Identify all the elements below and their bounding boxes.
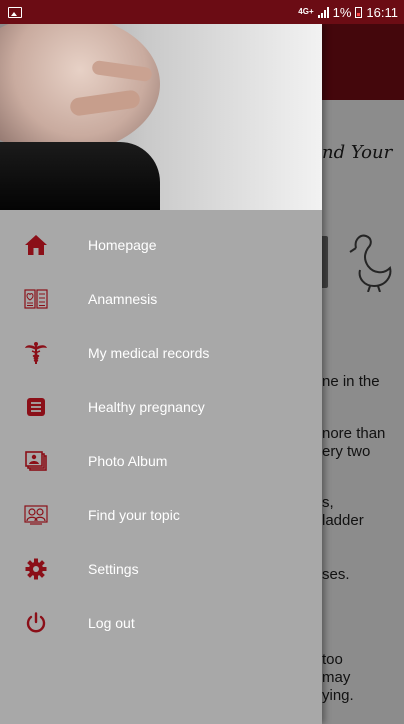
menu-item-label: Log out — [88, 615, 135, 631]
signal-icon — [317, 6, 329, 18]
document-icon — [24, 395, 48, 419]
dress-shape — [0, 142, 160, 210]
menu-item-healthy-pregnancy[interactable]: Healthy pregnancy — [0, 380, 322, 434]
drawer-header-image — [0, 24, 322, 210]
menu-item-label: Anamnesis — [88, 291, 158, 307]
menu-item-find-topic[interactable]: Find your topic — [0, 488, 322, 542]
photo-album-icon — [24, 449, 48, 473]
anamnesis-icon — [24, 287, 48, 311]
menu-item-anamnesis[interactable]: Anamnesis — [0, 272, 322, 326]
menu-item-photo-album[interactable]: Photo Album — [0, 434, 322, 488]
navigation-drawer: Homepage Anamnesis My medical records He… — [0, 24, 322, 724]
people-icon — [24, 503, 48, 527]
menu-item-label: Homepage — [88, 237, 157, 253]
power-icon — [24, 611, 48, 635]
network-type: 4G+ — [298, 7, 314, 16]
caduceus-icon — [24, 341, 48, 365]
belly-shape — [0, 24, 160, 154]
menu-item-label: Settings — [88, 561, 139, 577]
battery-icon — [355, 6, 363, 18]
home-icon — [24, 233, 48, 257]
clock: 16:11 — [366, 4, 398, 20]
menu-item-label: Find your topic — [88, 507, 180, 523]
battery-percent: 1% — [332, 4, 352, 20]
status-bar: 4G+ 1% 16:11 — [0, 0, 404, 24]
menu-item-label: My medical records — [88, 345, 210, 361]
menu-item-homepage[interactable]: Homepage — [0, 218, 322, 272]
menu-item-settings[interactable]: Settings — [0, 542, 322, 596]
menu-item-label: Healthy pregnancy — [88, 399, 205, 415]
menu-item-medical-records[interactable]: My medical records — [0, 326, 322, 380]
drawer-menu: Homepage Anamnesis My medical records He… — [0, 218, 322, 650]
image-notification-icon — [8, 6, 22, 18]
menu-item-log-out[interactable]: Log out — [0, 596, 322, 650]
gear-icon — [24, 557, 48, 581]
menu-item-label: Photo Album — [88, 453, 168, 469]
